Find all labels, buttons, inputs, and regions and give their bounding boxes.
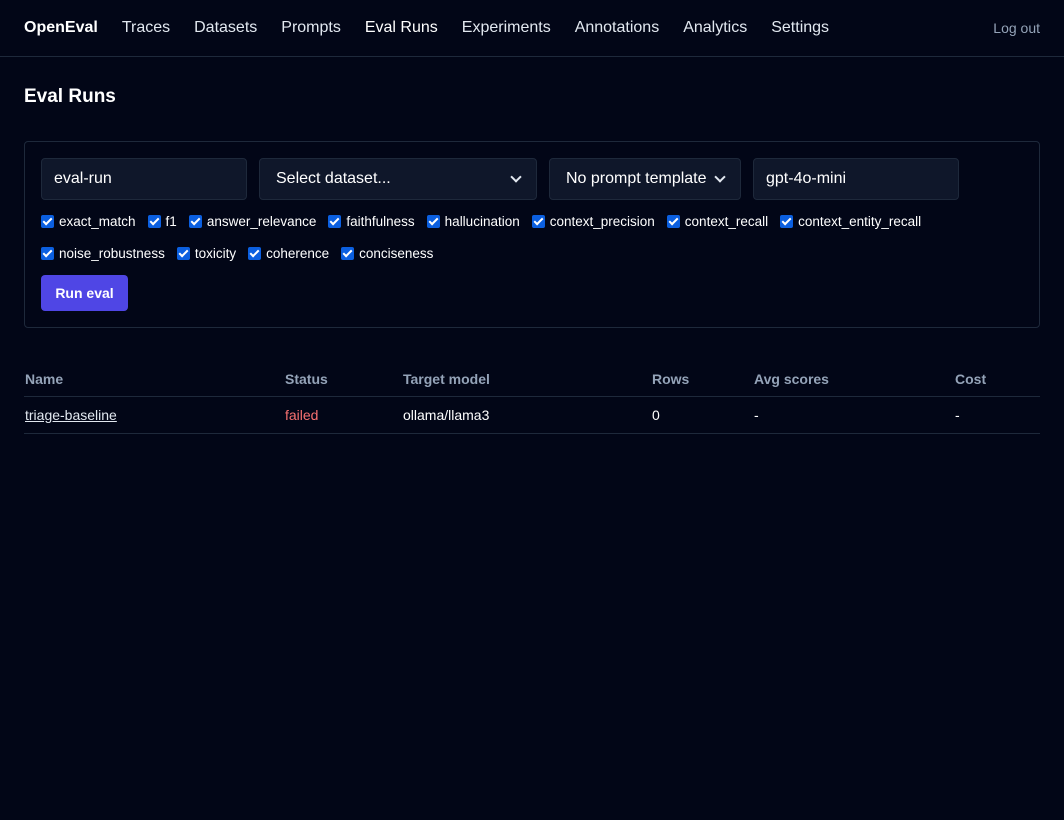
checkbox-checked-icon[interactable] [780,215,794,228]
metric-checkbox-context-recall[interactable]: context_recall [666,214,769,229]
metric-label: hallucination [444,214,520,229]
nav-item-datasets[interactable]: Datasets [194,19,257,37]
column-header-rows[interactable]: Rows [652,371,754,387]
checkbox-checked-icon[interactable] [147,215,161,228]
metric-checkbox-conciseness[interactable]: conciseness [341,246,433,261]
nav-item-annotations[interactable]: Annotations [575,19,660,37]
nav-item-experiments[interactable]: Experiments [462,19,551,37]
metric-label: context_entity_recall [798,214,922,229]
metric-checkbox-faithfulness[interactable]: faithfulness [328,214,415,229]
checkbox-checked-icon[interactable] [531,215,545,228]
checkbox-checked-icon[interactable] [188,215,202,228]
checkbox-checked-icon[interactable] [426,215,440,228]
cell-name: triage-baseline [24,407,285,423]
metric-label: f1 [165,214,177,229]
new-eval-form: eval-run Select dataset... No prompt tem… [24,141,1040,328]
chevron-down-icon [510,171,522,183]
prompt-template-select[interactable]: No prompt template [549,158,741,200]
dataset-select-value: Select dataset... [276,170,391,187]
metric-checkbox-answer-relevance[interactable]: answer_relevance [188,214,317,229]
column-header-avg-scores[interactable]: Avg scores [754,371,955,387]
checkbox-checked-icon[interactable] [341,247,355,260]
checkbox-checked-icon[interactable] [176,247,190,260]
logout-link[interactable]: Log out [993,20,1040,36]
metric-checkbox-context-precision[interactable]: context_precision [531,214,655,229]
metric-label: coherence [266,246,330,261]
metrics-row-1: exact_match f1 answer_relevance faithful… [41,214,933,229]
metric-label: faithfulness [346,214,415,229]
metric-checkbox-hallucination[interactable]: hallucination [426,214,520,229]
nav-item-prompts[interactable]: Prompts [281,19,341,37]
table-header: Name Status Target model Rows Avg scores… [24,362,1040,397]
checkbox-checked-icon[interactable] [41,215,54,228]
metric-label: context_precision [549,214,655,229]
column-header-name[interactable]: Name [24,371,285,387]
checkbox-checked-icon[interactable] [666,215,680,228]
run-name-value: eval-run [54,170,112,187]
metric-label: exact_match [59,214,136,229]
chevron-down-icon [714,171,726,183]
metric-checkbox-f1[interactable]: f1 [147,214,177,229]
checkbox-checked-icon[interactable] [328,215,342,228]
brand-logo[interactable]: OpenEval [24,19,98,37]
top-nav: OpenEval Traces Datasets Prompts Eval Ru… [0,0,1064,57]
checkbox-checked-icon[interactable] [41,247,54,260]
status-badge: failed [285,407,319,423]
model-input[interactable]: gpt-4o-mini [753,158,959,200]
run-eval-button[interactable]: Run eval [41,275,128,311]
nav-item-eval-runs[interactable]: Eval Runs [365,19,438,37]
metric-checkbox-noise-robustness[interactable]: noise_robustness [41,246,165,261]
cell-avg-scores: - [754,407,759,423]
metric-label: context_recall [684,214,769,229]
page-title: Eval Runs [24,86,116,107]
nav-item-traces[interactable]: Traces [122,19,170,37]
nav-item-settings[interactable]: Settings [771,19,829,37]
run-name-link[interactable]: triage-baseline [25,407,117,423]
column-header-target-model[interactable]: Target model [403,371,652,387]
metric-label: conciseness [359,246,434,261]
column-header-status[interactable]: Status [285,371,403,387]
model-value: gpt-4o-mini [766,170,847,187]
metrics-row-2: noise_robustness toxicity coherence conc… [41,246,445,261]
cell-target-model: ollama/llama3 [403,407,490,423]
metric-checkbox-exact-match[interactable]: exact_match [41,214,136,229]
cell-rows: 0 [652,407,660,423]
run-name-input[interactable]: eval-run [41,158,247,200]
dataset-select[interactable]: Select dataset... [259,158,537,200]
eval-runs-table: Name Status Target model Rows Avg scores… [24,362,1040,434]
cell-cost: - [955,407,960,423]
metric-checkbox-context-entity-recall[interactable]: context_entity_recall [780,214,921,229]
metric-label: toxicity [194,246,237,261]
metric-checkbox-coherence[interactable]: coherence [248,246,329,261]
checkbox-checked-icon[interactable] [248,247,262,260]
table-row: triage-baseline failed ollama/llama3 0 -… [24,397,1040,434]
nav-item-analytics[interactable]: Analytics [683,19,747,37]
column-header-cost[interactable]: Cost [955,371,1040,387]
metric-label: noise_robustness [59,246,165,261]
metric-label: answer_relevance [206,214,317,229]
prompt-template-value: No prompt template [566,170,707,187]
metric-checkbox-toxicity[interactable]: toxicity [176,246,237,261]
